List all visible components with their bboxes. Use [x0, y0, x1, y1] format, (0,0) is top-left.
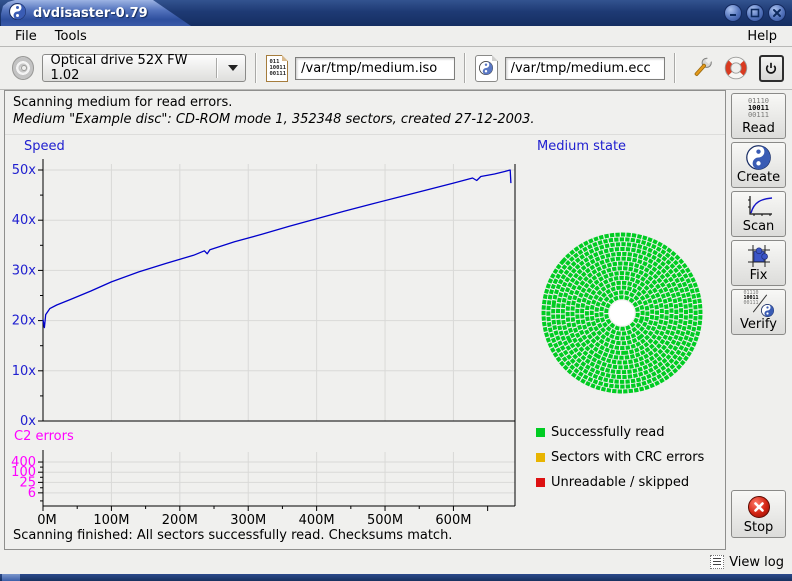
app-window: dvdisaster-0.79 File Tools Help Optical … — [0, 0, 792, 581]
menu-file[interactable]: File — [6, 27, 46, 46]
preferences-wrench-icon[interactable] — [689, 55, 715, 81]
svg-text:30x: 30x — [12, 263, 37, 278]
scan-curve-icon — [745, 194, 773, 219]
toolbar: Optical drive 52X FW 1.02 011 10011 0011… — [0, 47, 792, 90]
scan-button[interactable]: Scan — [731, 191, 786, 237]
maximize-button[interactable] — [746, 4, 764, 22]
svg-text:10x: 10x — [12, 364, 37, 379]
svg-text:400: 400 — [11, 455, 36, 470]
minimize-button[interactable] — [724, 4, 742, 22]
svg-text:0M: 0M — [37, 513, 57, 528]
svg-text:40x: 40x — [12, 213, 37, 228]
ecc-file-icon — [475, 55, 497, 82]
verify-binary-yinyang-icon: 01110 10011 00111 — [744, 291, 774, 317]
verify-button[interactable]: 01110 10011 00111 Verify — [731, 289, 786, 335]
legend-item: Unreadable / skipped — [536, 474, 704, 490]
stop-button[interactable]: Stop — [731, 490, 786, 538]
quit-power-button[interactable] — [759, 55, 784, 82]
image-file-input[interactable] — [295, 57, 455, 80]
legend-item: Sectors with CRC errors — [536, 449, 704, 465]
footer-bar: View log — [4, 550, 788, 574]
main-panel: Scanning medium for read errors. Medium … — [4, 90, 726, 550]
svg-text:100M: 100M — [93, 513, 129, 528]
svg-text:0x: 0x — [20, 414, 36, 429]
chevron-down-icon — [228, 65, 238, 71]
fix-button[interactable]: Fix — [731, 240, 786, 286]
legend-item: Successfully read — [536, 424, 704, 440]
axes — [43, 159, 515, 506]
svg-text:500M: 500M — [367, 513, 403, 528]
toolbar-separator — [464, 53, 466, 83]
legend-label: Sectors with CRC errors — [551, 450, 704, 465]
close-button[interactable] — [768, 4, 786, 22]
title-bar[interactable]: dvdisaster-0.79 — [0, 0, 792, 26]
optical-disc-icon — [12, 56, 34, 80]
read-button-label: Read — [742, 121, 775, 136]
verify-button-label: Verify — [740, 317, 777, 332]
legend-label: Successfully read — [551, 425, 664, 440]
window-bottom-frame — [0, 574, 792, 581]
yinyang-create-icon — [746, 145, 771, 170]
create-button[interactable]: Create — [731, 142, 786, 188]
create-button-label: Create — [737, 170, 780, 185]
medium-state-disc — [511, 202, 725, 423]
ecc-file-input[interactable] — [505, 57, 665, 80]
legend-swatch-unreadable — [536, 478, 545, 487]
svg-text:200M: 200M — [162, 513, 198, 528]
action-sidebar: 01110 10011 00111 Read Create — [726, 90, 788, 550]
status-heading-line1: Scanning medium for read errors. — [13, 95, 717, 110]
svg-text:20x: 20x — [12, 314, 37, 329]
help-lifesaver-icon[interactable] — [723, 55, 749, 81]
menu-bar: File Tools Help — [0, 26, 792, 47]
read-button[interactable]: 01110 10011 00111 Read — [731, 93, 786, 139]
window-title: dvdisaster-0.79 — [33, 6, 148, 21]
svg-text:400M: 400M — [299, 513, 335, 528]
svg-text:50x: 50x — [12, 163, 37, 178]
legend-swatch-crc-errors — [536, 453, 545, 462]
legend-swatch-success — [536, 428, 545, 437]
stop-icon — [748, 493, 770, 520]
window-corner-handle[interactable] — [2, 574, 20, 581]
tick-labels: 0x10x20x30x40x50x6251004000M100M200M300M… — [11, 163, 471, 528]
view-log-icon — [710, 555, 724, 569]
puzzle-fix-icon — [747, 243, 771, 268]
title-banner: dvdisaster-0.79 — [1, 0, 191, 26]
scan-button-label: Scan — [743, 219, 775, 234]
menu-help[interactable]: Help — [738, 27, 786, 46]
tick-marks — [38, 170, 488, 511]
svg-text:300M: 300M — [230, 513, 266, 528]
toolbar-separator — [674, 53, 676, 83]
status-heading: Scanning medium for read errors. Medium … — [5, 91, 725, 135]
toolbar-separator — [255, 53, 257, 83]
menu-tools[interactable]: Tools — [46, 27, 96, 46]
stop-button-label: Stop — [744, 520, 774, 535]
view-log-button[interactable]: View log — [729, 555, 784, 570]
drive-selector-value: Optical drive 52X FW 1.02 — [50, 53, 206, 83]
status-line: Scanning finished: All sectors successfu… — [13, 528, 452, 543]
fix-button-label: Fix — [750, 268, 768, 283]
binary-read-icon: 01110 10011 00111 — [748, 96, 769, 121]
medium-state-legend: Successfully read Sectors with CRC error… — [536, 424, 704, 490]
drive-selector[interactable]: Optical drive 52X FW 1.02 — [42, 54, 246, 82]
grid-lines — [43, 164, 515, 506]
svg-text:600M: 600M — [435, 513, 471, 528]
app-yinyang-icon — [9, 3, 26, 24]
legend-label: Unreadable / skipped — [551, 475, 689, 490]
status-heading-line2: Medium "Example disc": CD-ROM mode 1, 35… — [13, 112, 717, 127]
image-file-icon: 011 10011 00111 — [266, 55, 288, 82]
speed-curve — [43, 170, 511, 328]
